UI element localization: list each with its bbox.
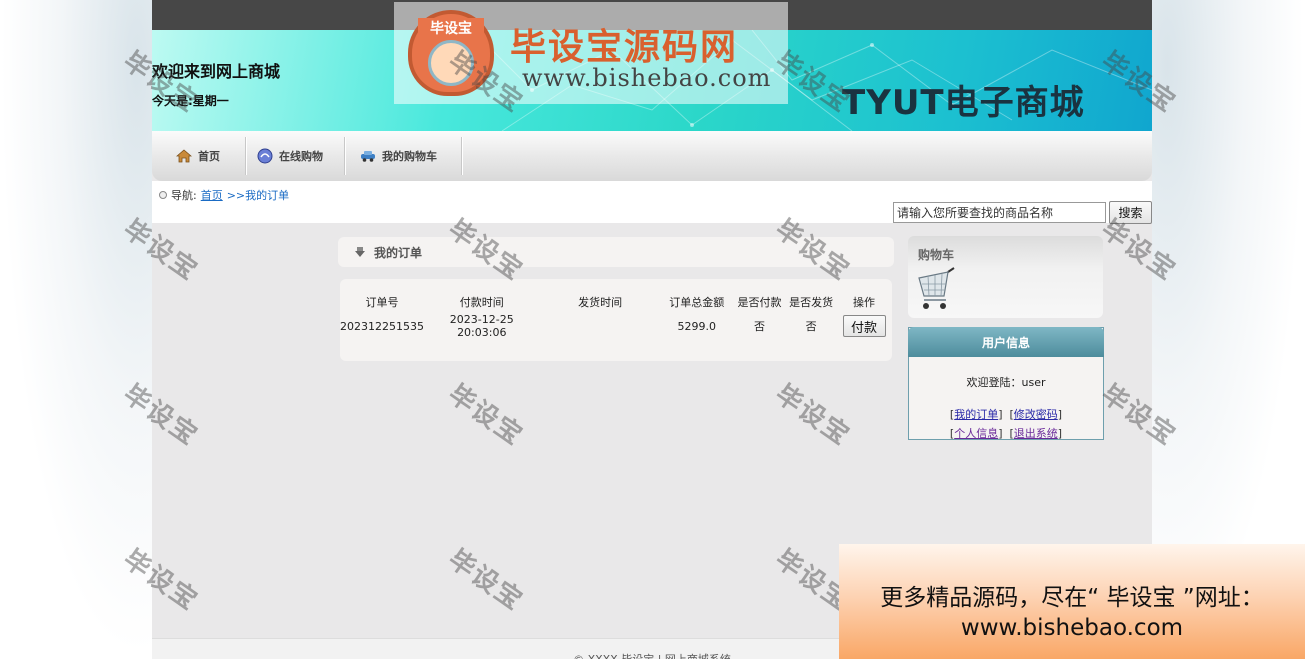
breadcrumb-home-link[interactable]: 首页 bbox=[201, 187, 223, 203]
action-cell: 付款 bbox=[836, 313, 892, 339]
column-header: 操作 bbox=[853, 296, 876, 309]
my-orders-link[interactable]: 我的订单 bbox=[954, 408, 998, 421]
nav-item-label: 首页 bbox=[198, 150, 220, 163]
search-button[interactable]: 搜索 bbox=[1109, 201, 1152, 224]
table-header-row: 订单号 付款时间 发货时间 订单总金额 是否付款 是否发货 操作 bbox=[340, 291, 892, 313]
orders-table: 订单号 付款时间 发货时间 订单总金额 是否付款 是否发货 操作 2023122… bbox=[340, 291, 892, 339]
breadcrumb-prefix: 导航: bbox=[171, 189, 197, 202]
arrow-down-icon bbox=[355, 247, 365, 257]
nav-item-label: 在线购物 bbox=[279, 150, 323, 163]
orders-panel-title: 我的订单 bbox=[374, 245, 423, 260]
nav-divider bbox=[461, 137, 463, 175]
welcome-heading: 欢迎来到网上商城 bbox=[152, 62, 281, 81]
logout-link[interactable]: 退出系统 bbox=[1014, 427, 1058, 440]
paid-status: 否 bbox=[753, 320, 765, 333]
cart-title: 购物车 bbox=[918, 248, 955, 262]
column-header: 是否发货 bbox=[789, 296, 834, 309]
nav-divider bbox=[245, 137, 247, 175]
breadcrumb-bar: 导航: 首页>>我的订单 搜索 bbox=[152, 181, 1152, 224]
logo-emblem-text: 毕设宝 bbox=[418, 18, 484, 38]
column-header: 订单总金额 bbox=[669, 296, 725, 309]
logo-emblem-icon: 毕设宝 bbox=[408, 10, 494, 96]
car-icon bbox=[361, 151, 375, 162]
user-welcome-text: 欢迎登陆：user bbox=[966, 376, 1046, 389]
logo-face-icon bbox=[428, 40, 474, 86]
ship-time bbox=[540, 313, 661, 339]
shopping-icon bbox=[257, 148, 273, 164]
column-header: 订单号 bbox=[365, 296, 399, 309]
breadcrumb-current: >>我的订单 bbox=[226, 189, 290, 202]
orders-panel-header: 我的订单 bbox=[338, 237, 894, 267]
column-header: 付款时间 bbox=[459, 296, 504, 309]
promo-url: www.bishebao.com bbox=[960, 615, 1184, 641]
main-nav: 首页 在线购物 我的购物车 bbox=[152, 131, 1152, 181]
pay-time: 2023-12-25 20:03:06 bbox=[449, 313, 514, 339]
page-backdrop-left bbox=[0, 0, 152, 659]
store-title: TYUT电子商城 bbox=[842, 83, 1085, 123]
site-logo-overlay: 毕设宝 毕设宝源码网 www.bishebao.com bbox=[394, 2, 788, 104]
personal-info-link[interactable]: 个人信息 bbox=[954, 427, 998, 440]
nav-item-cart[interactable]: 我的购物车 bbox=[360, 131, 437, 181]
search-input[interactable] bbox=[893, 202, 1106, 223]
pay-button[interactable]: 付款 bbox=[842, 315, 886, 337]
promo-text: 更多精品源码，尽在“ 毕设宝 ”网址： bbox=[880, 585, 1264, 611]
user-links: [我的订单] [修改密码] [个人信息] [退出系统] bbox=[949, 408, 1063, 440]
order-total: 5299.0 bbox=[677, 319, 716, 333]
logo-url: www.bishebao.com bbox=[522, 64, 772, 92]
nav-item-shopping[interactable]: 在线购物 bbox=[257, 131, 323, 181]
cart-panel[interactable]: 购物车 bbox=[908, 236, 1103, 318]
logo-title: 毕设宝源码网 bbox=[510, 27, 739, 68]
order-number: 202312251535 bbox=[340, 319, 424, 333]
column-header: 发货时间 bbox=[578, 296, 623, 309]
user-info-panel: 用户信息 欢迎登陆：user [我的订单] [修改密码] [个人信息] [退出系… bbox=[908, 327, 1104, 440]
column-header: 是否付款 bbox=[737, 296, 782, 309]
promo-banner: 更多精品源码，尽在“ 毕设宝 ”网址： www.bishebao.com bbox=[839, 544, 1305, 659]
nav-item-home[interactable]: 首页 bbox=[176, 131, 220, 181]
bullet-icon bbox=[159, 191, 167, 199]
change-password-link[interactable]: 修改密码 bbox=[1014, 408, 1058, 421]
user-info-title: 用户信息 bbox=[908, 327, 1104, 357]
nav-item-label: 我的购物车 bbox=[382, 150, 437, 163]
shipped-status: 否 bbox=[805, 320, 817, 333]
orders-table-container: 订单号 付款时间 发货时间 订单总金额 是否付款 是否发货 操作 2023122… bbox=[340, 279, 892, 361]
shopping-cart-icon bbox=[918, 267, 955, 309]
home-icon bbox=[176, 149, 192, 163]
nav-divider bbox=[344, 137, 346, 175]
table-row: 202312251535 2023-12-25 20:03:06 5299.0 … bbox=[340, 313, 892, 339]
today-weekday: 今天是:星期一 bbox=[152, 94, 229, 108]
breadcrumb: 导航: 首页 >>我的订单 bbox=[159, 187, 289, 203]
